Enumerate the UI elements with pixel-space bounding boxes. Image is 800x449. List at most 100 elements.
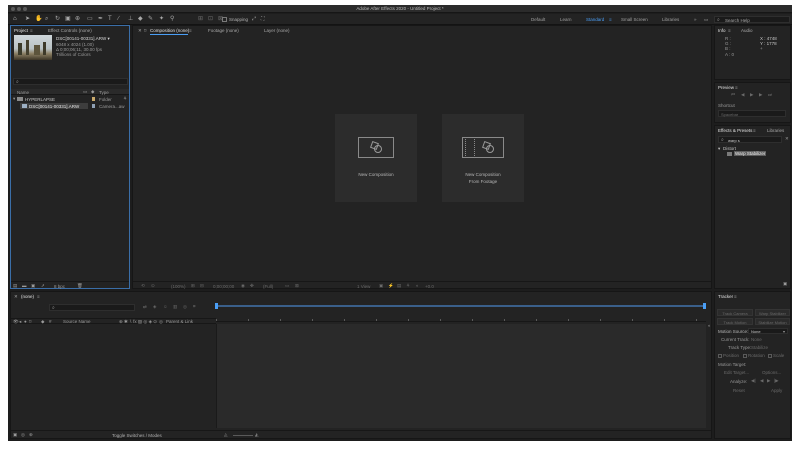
position-checkbox[interactable] [718,354,722,358]
layer-switches-icon[interactable]: ▣ [13,432,17,438]
motion-source-dropdown[interactable]: None ▾ [748,328,788,334]
analyze-forward-icon[interactable]: ▶ [767,378,770,384]
shy-icon[interactable]: ☺ [163,304,168,309]
switches-column-icon[interactable]: ⊕ ✱ ∖ fx ▨ ◎ ◈ ⊙ [119,319,157,325]
delete-icon[interactable]: 🗑 [77,283,83,289]
tab-composition-menu-icon[interactable]: ≡ [189,28,192,33]
project-item-folder[interactable]: ▾ HYPERLAPSE Folder ⚘ [11,96,129,102]
camera-tool-icon[interactable]: ▣ [65,16,71,23]
last-frame-icon[interactable]: ⏭ [768,92,772,97]
solo-toggle-icon[interactable]: ● [24,319,27,324]
previous-frame-icon[interactable]: ◀ [741,92,744,98]
project-settings-icon[interactable]: ➚ [41,283,45,289]
timeline-icon[interactable]: ▤ [397,283,401,289]
workspace-libraries[interactable]: Libraries [662,17,679,22]
workspace-standard[interactable]: Standard [586,17,604,22]
zoom-in-icon[interactable]: ◭ [255,432,258,438]
rotation-checkbox[interactable] [743,354,747,358]
project-search-input[interactable]: ⌕ [13,78,128,85]
brush-tool-icon[interactable]: ∕ [118,16,119,23]
clone-stamp-tool-icon[interactable]: ⊥ [128,16,133,23]
composition-lock-icon[interactable]: ⌑ [144,28,146,34]
current-time-display[interactable]: 0;00;00;00 [213,284,234,289]
mask-visibility-icon[interactable]: ⊟ [200,283,204,289]
show-channel-icon[interactable]: ✤ [250,283,254,289]
workspace-small-screen[interactable]: Small Screen [621,17,648,22]
effects-result-warp-stabilizer[interactable]: Warp Stabilizer [734,151,767,156]
column-name[interactable]: Name [17,90,29,95]
column-source-name[interactable]: Source Name [63,319,91,324]
timeline-close-icon[interactable]: ✕ [14,294,18,300]
flowchart-icon[interactable]: ⚘ [406,283,410,289]
tab-timeline[interactable]: (none) [21,294,34,299]
track-motion-button[interactable]: Track Motion [717,318,753,325]
preview-menu-icon[interactable]: ≡ [735,85,738,90]
label-column-icon[interactable]: ▭ [83,89,87,95]
world-axis-icon[interactable]: ⊡ [208,16,213,23]
comp-button-icon[interactable]: ◐ [708,323,711,328]
exposure-icon[interactable]: ◐ [416,283,419,288]
composition-panel-close-icon[interactable]: ✕ [138,28,142,34]
timeline-search-input[interactable]: ⌕ [49,304,135,311]
resolution-dropdown[interactable]: (Full) [263,284,273,289]
tab-effects-menu-icon[interactable]: ≡ [753,128,756,133]
new-composition-button[interactable]: New Composition [335,114,417,202]
stabilize-motion-button[interactable]: Stabilize Motion [755,318,790,325]
new-composition-icon[interactable]: ▣ [31,283,35,289]
play-icon[interactable]: ▶ [750,92,753,98]
tab-timeline-menu-icon[interactable]: ≡ [37,294,40,299]
tab-info-menu-icon[interactable]: ≡ [728,28,731,33]
zoom-tool-icon[interactable]: ⌕ [45,16,48,23]
eraser-tool-icon[interactable]: ◆ [138,16,143,23]
roto-brush-tool-icon[interactable]: ✎ [148,16,153,23]
lock-toggle-icon[interactable]: ⌑ [29,319,31,325]
video-toggle-icon[interactable]: 👁 [13,319,19,325]
motion-blur-icon[interactable]: ◎ [183,304,187,310]
options-button[interactable]: Options... [762,370,781,375]
local-axis-icon[interactable]: ⊞ [198,16,203,23]
apply-button[interactable]: Apply [771,388,782,393]
rotate-tool-icon[interactable]: ↻ [55,16,60,23]
region-of-interest-icon[interactable]: ▭ [285,283,289,289]
comp-mini-flowchart-icon[interactable]: ⇄ [143,304,147,310]
pan-behind-tool-icon[interactable]: ⊕ [75,16,80,23]
parent-column-icon[interactable]: ◎ [159,319,163,325]
analyze-backward-icon[interactable]: ◀ [760,378,763,384]
track-type-value[interactable]: Stabilize [751,345,768,350]
tab-project-menu-icon[interactable]: ≡ [30,28,33,33]
graph-editor-icon[interactable]: ⌗ [193,304,196,309]
toggle-switches-modes[interactable]: Toggle Switches / Modes [112,433,162,438]
transfer-controls-icon[interactable]: ◎ [21,432,25,438]
tab-effects-presets[interactable]: Effects & Presets [718,128,752,133]
analyze-back-one-icon[interactable]: ◀| [751,378,756,384]
audio-toggle-icon[interactable]: ◂ [19,319,21,325]
warp-stabilizer-button[interactable]: Warp Stabilizer [755,309,790,316]
label-color-swatch[interactable] [92,104,95,108]
snapping-checkbox[interactable] [222,17,227,22]
tab-libraries[interactable]: Libraries [767,128,784,133]
bpc-toggle[interactable]: 8 bpc [54,284,65,289]
toggle-pixel-aspect-icon[interactable]: ▣ [379,283,383,289]
current-track-value[interactable]: None [751,337,762,342]
work-area-bar[interactable] [216,305,706,307]
snapping-options-icon[interactable]: ⤢ [252,16,256,23]
flowchart-icon[interactable]: ⚘ [123,96,127,102]
frame-blending-icon[interactable]: ▥ [173,304,177,310]
shortcut-dropdown[interactable]: Spacebar [718,110,786,117]
navigator-start-handle[interactable] [215,303,218,309]
workspace-default[interactable]: Default [531,17,545,22]
interpret-footage-icon[interactable]: ▤ [13,283,17,289]
clear-search-icon[interactable]: ✕ [785,136,789,142]
column-type[interactable]: Type [99,90,109,95]
effects-search-input[interactable]: ⌕ warp s [718,136,782,143]
safe-zones-icon[interactable]: ⊞ [191,283,195,289]
track-camera-button[interactable]: Track Camera [717,309,753,316]
exposure-value[interactable]: +0.0 [425,284,434,289]
expand-arrow-icon[interactable]: ▾ [13,96,15,102]
fast-previews-icon[interactable]: ⚡ [388,283,394,289]
snapshot-icon[interactable]: ◉ [241,283,245,289]
navigator-end-handle[interactable] [703,303,706,309]
puppet-tool-icon[interactable]: ✦ [159,16,164,23]
new-folder-icon[interactable]: ▬ [22,283,27,288]
time-navigator[interactable] [215,302,706,310]
